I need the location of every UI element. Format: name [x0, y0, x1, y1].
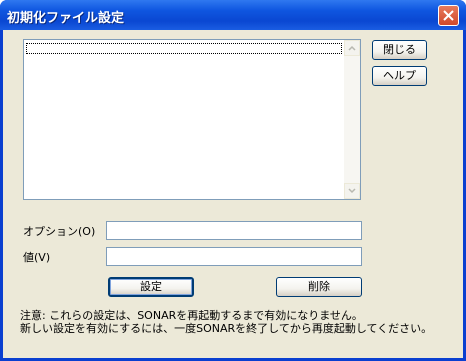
set-button[interactable]: 設定: [108, 277, 194, 297]
value-label: 値(V): [23, 251, 51, 264]
chevron-down-icon: [348, 188, 356, 194]
close-button[interactable]: 閉じる: [372, 40, 427, 60]
scroll-up-button[interactable]: [344, 40, 360, 56]
option-input[interactable]: [106, 221, 362, 240]
note-line-2: 新しい設定を有効にするには、一度SONARを終了してから再度起動してください。: [20, 322, 433, 335]
value-input[interactable]: [106, 247, 362, 266]
delete-button[interactable]: 削除: [276, 277, 362, 297]
option-label: オプション(O): [23, 225, 96, 238]
ini-settings-list[interactable]: [23, 39, 361, 200]
close-icon: [443, 10, 454, 21]
window-title: 初期化ファイル設定: [7, 11, 125, 26]
chevron-up-icon: [348, 45, 356, 51]
title-close-button[interactable]: [438, 5, 459, 26]
list-item[interactable]: [26, 43, 342, 54]
dialog-window: 初期化ファイル設定 閉じる ヘルプ オプション(O) 値(V) 設定 削除 注意…: [0, 0, 466, 361]
title-bar[interactable]: 初期化ファイル設定: [0, 0, 466, 30]
scroll-down-button[interactable]: [344, 183, 360, 199]
help-button[interactable]: ヘルプ: [372, 66, 427, 86]
dialog-body: 閉じる ヘルプ オプション(O) 値(V) 設定 削除 注意: これらの設定は、…: [3, 30, 463, 358]
vertical-scrollbar[interactable]: [344, 40, 360, 199]
